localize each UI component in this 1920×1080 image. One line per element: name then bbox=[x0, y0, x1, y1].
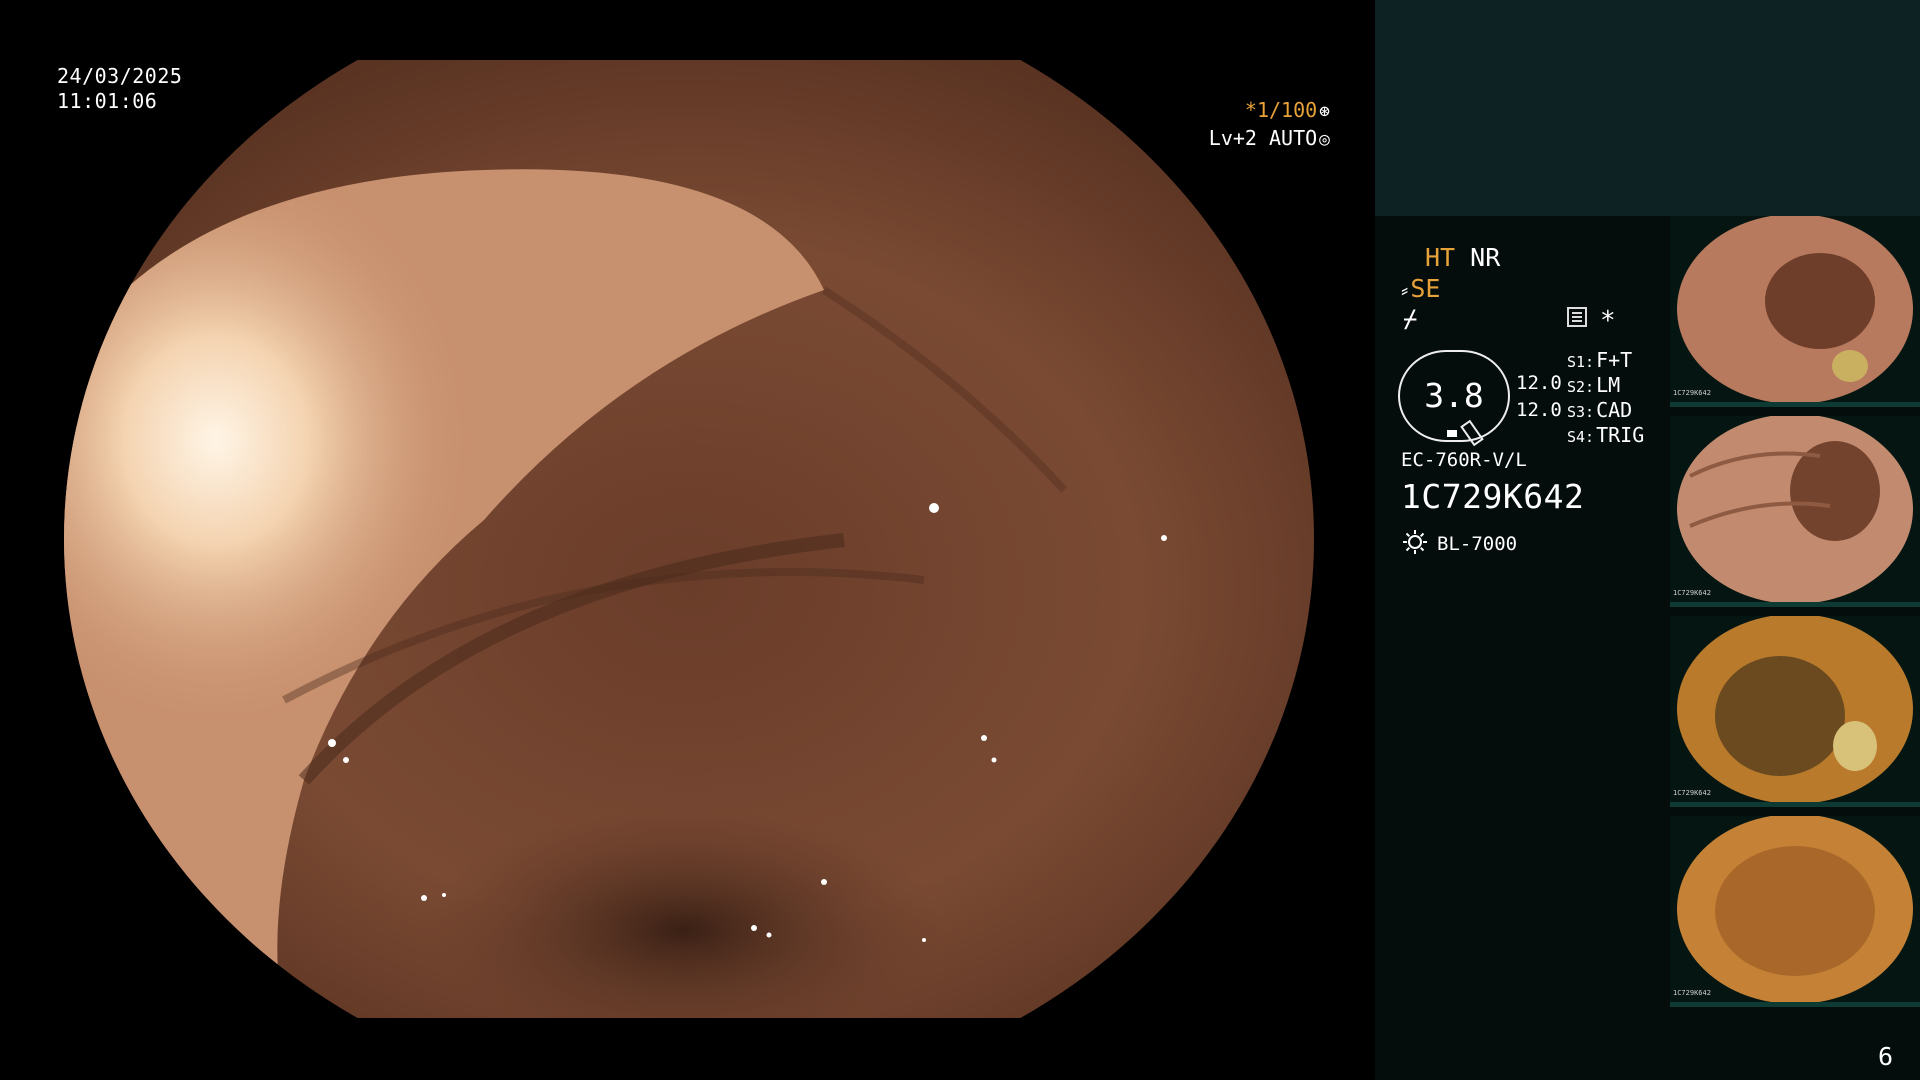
time-text: 11:01:06 bbox=[57, 89, 158, 113]
scope-model: EC-760R-V/L bbox=[1401, 449, 1527, 471]
page-number: 6 bbox=[1877, 1042, 1893, 1071]
iris-icon: ◎ bbox=[1319, 129, 1330, 150]
switch-key: S4: bbox=[1567, 428, 1595, 446]
thumbnail-image bbox=[1677, 816, 1913, 1004]
thumbnail-bar bbox=[1670, 802, 1920, 807]
switch-value: LM bbox=[1596, 373, 1621, 397]
date-time: 24/03/2025 11:01:06 bbox=[57, 64, 182, 114]
captured-thumbnail-1[interactable]: 1C729K642 bbox=[1670, 216, 1920, 407]
menu-icon bbox=[1567, 307, 1587, 327]
thumbnail-serial: 1C729K642 bbox=[1673, 789, 1711, 797]
captured-thumbnail-3[interactable]: 1C729K642 bbox=[1670, 616, 1920, 807]
thumbnail-bar bbox=[1670, 1002, 1920, 1007]
thumbnail-image bbox=[1677, 216, 1913, 404]
light-source-model: BL-7000 bbox=[1437, 533, 1518, 555]
thumbnail-serial: 1C729K642 bbox=[1673, 989, 1711, 997]
iris-text: Lv+2 AUTO bbox=[1208, 126, 1318, 150]
forceps-icon bbox=[1460, 419, 1484, 447]
shutter-readout: *1/100 ⊛ bbox=[1245, 98, 1330, 122]
ht-label: HT bbox=[1425, 243, 1456, 272]
switch-key: S3: bbox=[1567, 403, 1595, 421]
structure-icon: ⌿ bbox=[1403, 305, 1418, 333]
switch-s2: S2: LM bbox=[1567, 373, 1620, 397]
hood-icon: ⸗ bbox=[1401, 278, 1409, 303]
thumbnail-bar bbox=[1670, 402, 1920, 407]
switch-value: F+T bbox=[1596, 348, 1633, 372]
iris-readout: Lv+2 AUTO ◎ bbox=[1209, 126, 1330, 150]
captured-thumbnail-4[interactable]: 1C729K642 bbox=[1670, 816, 1920, 1007]
thumbnail-image bbox=[1677, 616, 1913, 804]
panel-header-area bbox=[1375, 0, 1920, 216]
thumbnail-bar bbox=[1670, 602, 1920, 607]
thumbnail-image bbox=[1677, 416, 1913, 604]
nr-label: NR bbox=[1470, 243, 1501, 272]
gauge-value: 3.8 bbox=[1424, 376, 1484, 415]
shutter-icon: ⊛ bbox=[1319, 101, 1330, 122]
captured-thumbnail-2[interactable]: 1C729K642 bbox=[1670, 416, 1920, 607]
scope-serial: 1C729K642 bbox=[1401, 477, 1585, 516]
endoscope-view: 24/03/2025 11:01:06 *1/100 ⊛ Lv+2 AUTO ◎ bbox=[0, 0, 1375, 1080]
switch-key: S2: bbox=[1567, 378, 1595, 396]
shutter-text: *1/100 bbox=[1244, 98, 1318, 122]
magnification-gauge: 3.8 bbox=[1398, 350, 1510, 447]
star-marker: * bbox=[1600, 306, 1616, 336]
switch-s3: S3: CAD bbox=[1567, 398, 1632, 422]
value-2: 12.0 bbox=[1516, 399, 1562, 421]
info-panel: HT NR ⸗SE ⌿ * 3.8 12.0 12.0 S1: F+T S2: LM… bbox=[1375, 0, 1920, 1080]
se-label: SE bbox=[1410, 274, 1441, 303]
se-indicator: ⸗SE bbox=[1401, 274, 1440, 303]
switch-s1: S1: F+T bbox=[1567, 348, 1632, 372]
value-1: 12.0 bbox=[1516, 372, 1562, 394]
switch-s4: S4: TRIG bbox=[1567, 423, 1644, 447]
switch-value: TRIG bbox=[1596, 423, 1645, 447]
date-text: 24/03/2025 bbox=[57, 64, 183, 88]
gauge-marker bbox=[1447, 430, 1457, 437]
switch-value: CAD bbox=[1596, 398, 1633, 422]
light-source-icon bbox=[1403, 530, 1427, 554]
thumbnail-serial: 1C729K642 bbox=[1673, 589, 1711, 597]
endoscope-image bbox=[64, 60, 1314, 1018]
switch-key: S1: bbox=[1567, 353, 1595, 371]
thumbnail-serial: 1C729K642 bbox=[1673, 389, 1711, 397]
ht-nr-indicator: HT NR bbox=[1425, 243, 1500, 272]
